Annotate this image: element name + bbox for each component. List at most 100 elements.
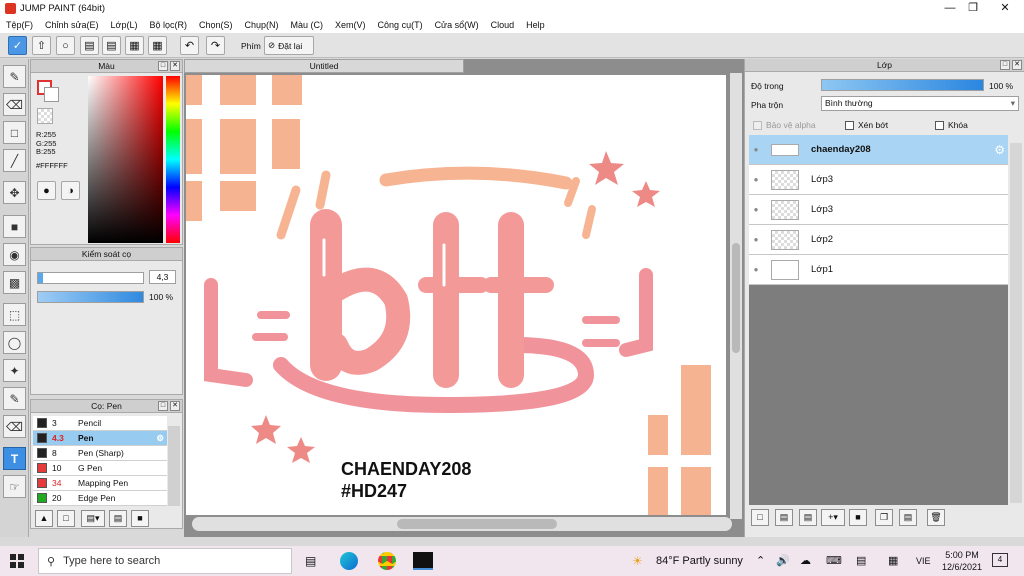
layer-row[interactable]: ● Lớp2 bbox=[749, 225, 1008, 255]
horizontal-scroll-thumb[interactable] bbox=[397, 519, 557, 529]
visibility-icon[interactable]: ● bbox=[749, 235, 763, 244]
vertical-scroll-thumb[interactable] bbox=[732, 243, 740, 353]
menu-cloud[interactable]: Cloud bbox=[485, 20, 521, 30]
detach-icon[interactable]: □ bbox=[158, 61, 168, 71]
brush-item-mapping-pen[interactable]: 34 Mapping Pen bbox=[33, 476, 167, 491]
layer-row[interactable]: ● Lớp3 bbox=[749, 195, 1008, 225]
protect-alpha-checkbox[interactable]: Bảo vệ alpha bbox=[753, 120, 816, 130]
reset-button[interactable]: ⊘ Đặt lại bbox=[264, 36, 314, 55]
task-view-icon[interactable]: ▤ bbox=[305, 554, 316, 568]
network-icon[interactable]: ▤ bbox=[856, 554, 866, 567]
cloud-sync-icon[interactable]: ✓ bbox=[8, 36, 27, 55]
text-tool-icon[interactable]: T bbox=[3, 447, 26, 470]
clip-checkbox[interactable]: Xén bớt bbox=[845, 120, 888, 130]
system-clock[interactable]: 5:00 PM 12/6/2021 bbox=[942, 549, 982, 573]
brush-item-pencil[interactable]: 3 Pencil bbox=[33, 416, 167, 431]
canvas-vertical-scrollbar[interactable] bbox=[730, 73, 742, 519]
add-layer-menu-icon[interactable]: +▾ bbox=[821, 509, 845, 526]
menu-window[interactable]: Cửa sổ(W) bbox=[429, 20, 485, 30]
layer-settings-gear-icon[interactable]: ⚙ bbox=[994, 143, 1005, 157]
panel-close-icon[interactable]: ✕ bbox=[170, 61, 180, 71]
comment-icon[interactable]: ○ bbox=[56, 36, 75, 55]
menu-tools[interactable]: Công cụ(T) bbox=[372, 20, 429, 30]
visibility-icon[interactable]: ● bbox=[749, 175, 763, 184]
windows-start-icon[interactable] bbox=[10, 554, 24, 568]
onedrive-icon[interactable]: ☁ bbox=[800, 554, 811, 567]
line-tool-icon[interactable]: ╱ bbox=[3, 149, 26, 172]
select-eraser-tool-icon[interactable]: ⌫ bbox=[3, 415, 26, 438]
new-brush-icon[interactable]: □ bbox=[57, 510, 75, 527]
layer-row[interactable]: ● Lớp1 bbox=[749, 255, 1008, 285]
undo-icon[interactable]: ↶ bbox=[180, 36, 199, 55]
fill-rect-tool-icon[interactable]: ■ bbox=[3, 215, 26, 238]
chrome-browser-icon[interactable] bbox=[378, 552, 396, 570]
export-icon[interactable]: ⇧ bbox=[32, 36, 51, 55]
menu-filter[interactable]: Bộ lọc(R) bbox=[143, 20, 193, 30]
copy-brush-icon[interactable]: ▤ bbox=[109, 510, 127, 527]
brush-settings-gear-icon[interactable]: ⚙ bbox=[156, 433, 164, 444]
brush-size-slider[interactable] bbox=[37, 272, 144, 284]
layer-list-scrollbar[interactable] bbox=[1010, 143, 1022, 503]
menu-select[interactable]: Chọn(S) bbox=[193, 20, 239, 30]
visibility-icon[interactable]: ● bbox=[749, 205, 763, 214]
add-brush-icon[interactable]: ▲ bbox=[35, 510, 53, 527]
new-folder-icon[interactable]: ■ bbox=[849, 509, 867, 526]
new-layer-icon[interactable]: □ bbox=[751, 509, 769, 526]
page-icon[interactable]: ▤ bbox=[102, 36, 121, 55]
volume-icon[interactable]: 🔊 bbox=[776, 554, 790, 567]
canvas-horizontal-scrollbar[interactable] bbox=[192, 517, 732, 531]
brush-menu-icon[interactable]: ▤▾ bbox=[81, 510, 105, 527]
edge-browser-icon[interactable] bbox=[340, 552, 358, 570]
palette-icon[interactable]: ● bbox=[37, 181, 56, 200]
brush-size-input[interactable]: 4,3 bbox=[149, 270, 176, 284]
redo-icon[interactable]: ↷ bbox=[206, 36, 225, 55]
transparent-color-swatch[interactable] bbox=[37, 108, 53, 124]
brush-list-scrollbar[interactable] bbox=[168, 426, 180, 506]
layer-row[interactable]: ● chaenday208 ⚙ bbox=[749, 135, 1008, 165]
brush-item-g-pen[interactable]: 10 G Pen bbox=[33, 461, 167, 476]
duplicate-layer-icon[interactable]: ❐ bbox=[875, 509, 893, 526]
visibility-icon[interactable]: ● bbox=[749, 265, 763, 274]
panel-close-icon[interactable]: ✕ bbox=[1012, 60, 1022, 70]
menu-capture[interactable]: Chụp(N) bbox=[239, 20, 285, 30]
gradient-tool-icon[interactable]: ▩ bbox=[3, 271, 26, 294]
menu-file[interactable]: Tệp(F) bbox=[0, 20, 39, 30]
lock-checkbox[interactable]: Khóa bbox=[935, 120, 968, 130]
layer-opacity-slider[interactable] bbox=[821, 79, 984, 91]
brush-tool-icon[interactable]: ✎ bbox=[3, 65, 26, 88]
new-raster-layer-icon[interactable]: ▤ bbox=[775, 509, 793, 526]
delete-layer-icon[interactable]: 🗑 bbox=[927, 509, 945, 526]
maximize-icon[interactable]: ❐ bbox=[958, 0, 988, 17]
background-color-swatch[interactable] bbox=[44, 87, 59, 102]
taskbar-search-input[interactable]: ⚲ Type here to search bbox=[38, 548, 292, 574]
wifi-icon[interactable]: ▦ bbox=[888, 554, 898, 567]
detach-icon[interactable]: □ bbox=[1000, 60, 1010, 70]
drawing-canvas[interactable]: CHAENDAY208 #HD247 bbox=[186, 75, 726, 515]
input-language[interactable]: VIE bbox=[916, 556, 931, 566]
menu-edit[interactable]: Chỉnh sửa(E) bbox=[39, 20, 105, 30]
brush-item-pen[interactable]: 4.3 Pen ⚙ bbox=[33, 431, 167, 446]
select-pen-tool-icon[interactable]: ✎ bbox=[3, 387, 26, 410]
merge-layer-icon[interactable]: ▤ bbox=[899, 509, 917, 526]
jump-paint-app-icon[interactable] bbox=[413, 552, 433, 570]
grid-icon[interactable]: ▦ bbox=[125, 36, 144, 55]
brush-opacity-slider[interactable] bbox=[37, 291, 144, 303]
saturation-value-picker[interactable] bbox=[88, 76, 163, 243]
eraser-tool-icon[interactable]: ⌫ bbox=[3, 93, 26, 116]
lasso-tool-icon[interactable]: ◯ bbox=[3, 331, 26, 354]
move-tool-icon[interactable]: ✥ bbox=[3, 181, 26, 204]
rect-select-tool-icon[interactable]: ⬚ bbox=[3, 303, 26, 326]
panel-close-icon[interactable]: ✕ bbox=[170, 401, 180, 411]
weather-text[interactable]: 84°F Partly sunny bbox=[656, 555, 743, 567]
layer-row[interactable]: ● Lớp3 bbox=[749, 165, 1008, 195]
new-halftone-layer-icon[interactable]: ▤ bbox=[799, 509, 817, 526]
magic-wand-tool-icon[interactable]: ✦ bbox=[3, 359, 26, 382]
blend-mode-select[interactable]: Bình thường ▾ bbox=[821, 96, 1019, 111]
chat-icon[interactable]: ▤ bbox=[80, 36, 99, 55]
detach-icon[interactable]: □ bbox=[158, 401, 168, 411]
brush-item-edge-pen[interactable]: 20 Edge Pen bbox=[33, 491, 167, 506]
brush-item-pen-sharp[interactable]: 8 Pen (Sharp) bbox=[33, 446, 167, 461]
tiles-icon[interactable]: ▦ bbox=[148, 36, 167, 55]
show-hidden-icons-icon[interactable]: ⌃ bbox=[756, 554, 765, 567]
close-icon[interactable]: ✕ bbox=[990, 0, 1020, 17]
